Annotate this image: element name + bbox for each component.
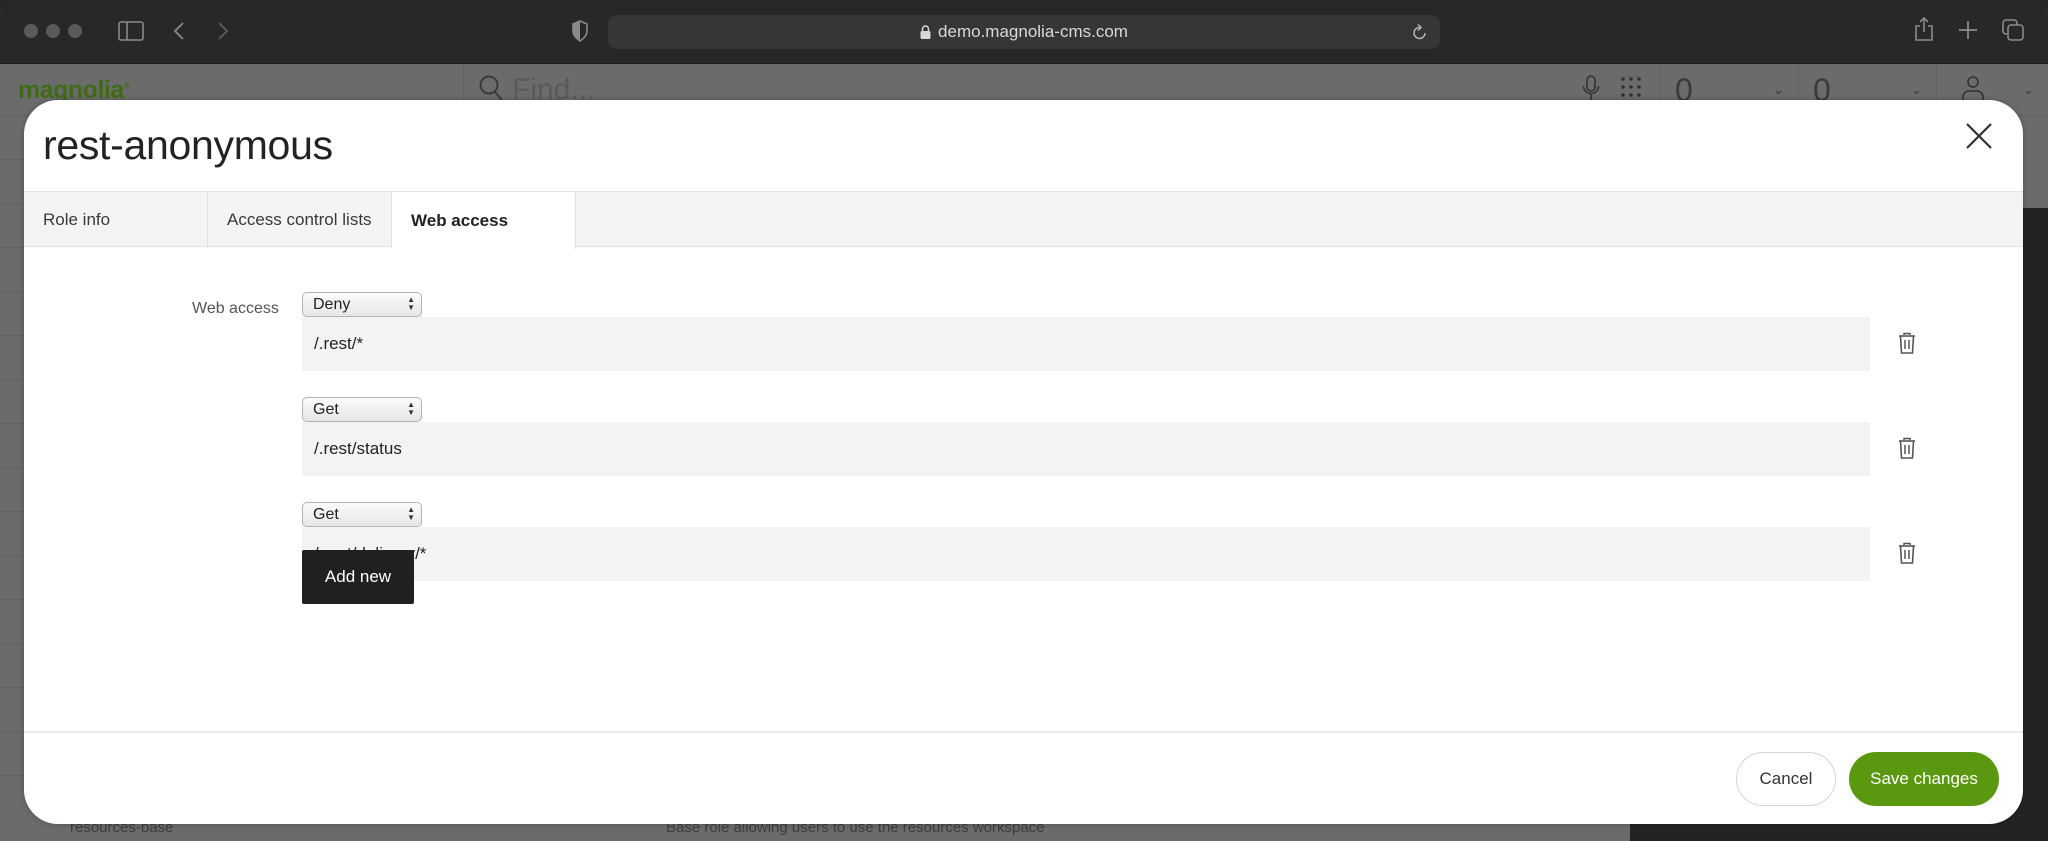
cancel-button[interactable]: Cancel [1736, 752, 1836, 806]
window-controls [24, 24, 82, 38]
minimize-window-button[interactable] [46, 24, 60, 38]
save-changes-button[interactable]: Save changes [1849, 752, 1999, 806]
lock-icon [920, 25, 931, 39]
new-tab-icon[interactable] [1958, 20, 1978, 40]
web-access-label: Web access [192, 300, 279, 317]
path-input[interactable]: /.rest/delivery/* [302, 527, 1870, 581]
reload-icon[interactable] [1412, 23, 1428, 46]
tab-overview-icon[interactable] [2002, 19, 2024, 41]
close-window-button[interactable] [24, 24, 38, 38]
chevron-down-icon: ⌄ [1773, 82, 1784, 97]
select-arrows-icon: ▲ ▼ [407, 505, 415, 522]
footer-divider [24, 731, 2023, 733]
delete-entry-button[interactable] [1894, 437, 1920, 463]
tab-web-access[interactable]: Web access [392, 192, 576, 249]
dialog-title: rest-anonymous [43, 122, 333, 168]
chevron-down-icon: ⌄ [2023, 82, 2034, 97]
browser-toolbar: demo.magnolia-cms.com [0, 0, 2048, 64]
trash-icon [1898, 332, 1916, 359]
web-access-form: Web access Deny ▲ ▼ /.rest/* Get ▲ ▼ /.r… [24, 247, 2023, 731]
select-arrows-icon: ▲ ▼ [407, 295, 415, 312]
access-method-select[interactable]: Get ▲ ▼ [302, 502, 422, 527]
close-dialog-button[interactable] [1955, 114, 2003, 162]
chevron-down-icon: ⌄ [1911, 82, 1922, 97]
select-arrows-icon: ▲ ▼ [407, 400, 415, 417]
sidebar-toggle-icon[interactable] [118, 20, 144, 42]
trash-icon [1898, 542, 1916, 569]
path-input[interactable]: /.rest/status [302, 422, 1870, 476]
address-bar[interactable]: demo.magnolia-cms.com [608, 15, 1440, 49]
access-method-select[interactable]: Deny ▲ ▼ [302, 292, 422, 317]
browser-window: demo.magnolia-cms.com magnolia® Find... [0, 0, 2048, 841]
close-icon [1965, 122, 1993, 155]
share-icon[interactable] [1914, 16, 1934, 42]
privacy-shield-icon[interactable] [572, 20, 588, 42]
path-input[interactable]: /.rest/* [302, 317, 1870, 371]
edit-role-dialog: rest-anonymous Role info Access control … [24, 100, 2023, 824]
delete-entry-button[interactable] [1894, 542, 1920, 568]
tab-role-info[interactable]: Role info [24, 192, 208, 248]
back-icon[interactable] [172, 20, 186, 42]
forward-icon[interactable] [216, 20, 230, 42]
add-new-button[interactable]: Add new [302, 550, 414, 604]
url-text: demo.magnolia-cms.com [938, 22, 1128, 41]
access-method-select[interactable]: Get ▲ ▼ [302, 397, 422, 422]
trash-icon [1898, 437, 1916, 464]
dialog-tabs: Role info Access control lists Web acces… [24, 191, 2023, 249]
tab-access-control-lists[interactable]: Access control lists [208, 192, 392, 248]
delete-entry-button[interactable] [1894, 332, 1920, 358]
maximize-window-button[interactable] [68, 24, 82, 38]
